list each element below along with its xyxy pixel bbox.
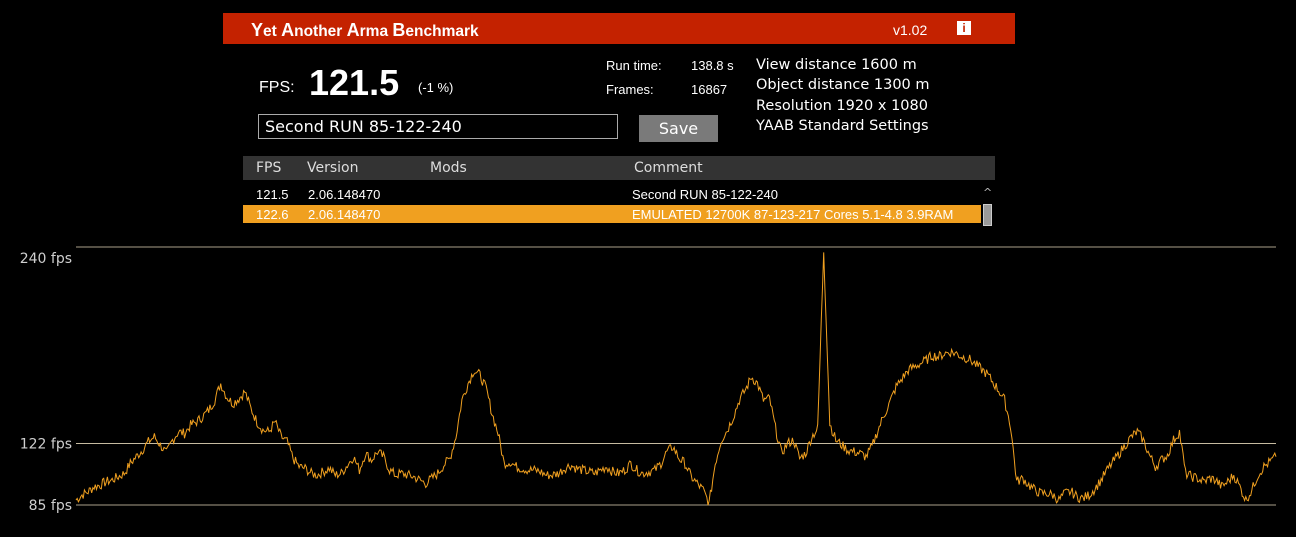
y-axis-label: 122 fps <box>20 436 72 452</box>
y-axis-label: 240 fps <box>20 251 72 267</box>
fps-chart: 240 fps 122 fps 85 fps <box>20 246 1277 514</box>
fps-series-line <box>75 252 1277 506</box>
y-axis-label: 85 fps <box>29 498 72 514</box>
